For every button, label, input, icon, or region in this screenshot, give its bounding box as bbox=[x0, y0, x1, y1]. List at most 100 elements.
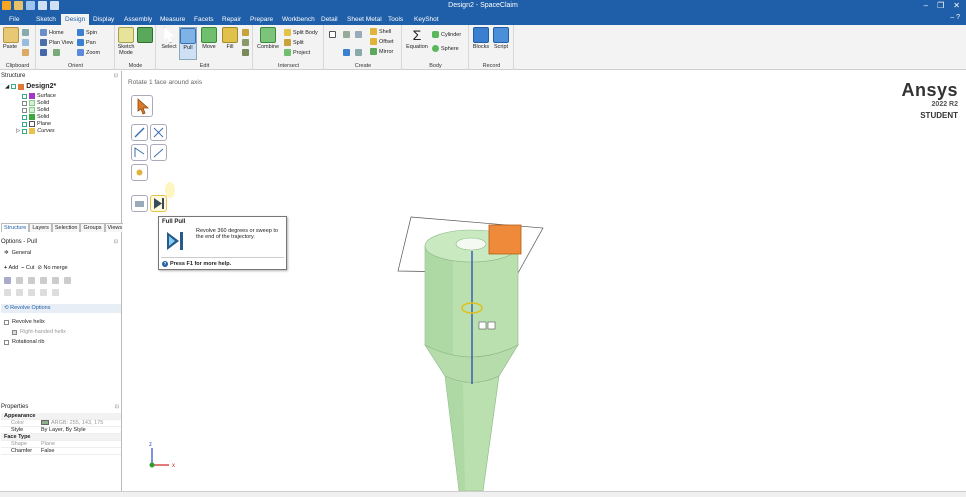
origin-button[interactable] bbox=[343, 49, 350, 56]
move-button[interactable]: Move bbox=[200, 27, 218, 50]
option-icon[interactable] bbox=[16, 289, 23, 296]
tab-selection[interactable]: Selection bbox=[51, 223, 81, 232]
tab-design[interactable]: Design bbox=[61, 14, 90, 25]
tab-structure[interactable]: Structure bbox=[1, 223, 30, 232]
offset-button[interactable]: Offset bbox=[370, 38, 394, 45]
draft-option-icon[interactable] bbox=[16, 277, 23, 284]
pin-icon[interactable]: ⊡ bbox=[114, 239, 118, 245]
option-icon[interactable] bbox=[40, 289, 47, 296]
3d-viewport[interactable]: Rotate 1 face around axis Ansys 2022 R2 … bbox=[123, 71, 966, 491]
zoom-button[interactable]: Zoom bbox=[77, 49, 100, 56]
cut-small-button[interactable] bbox=[22, 29, 29, 36]
no-merge-option[interactable]: ⊘ No merge bbox=[37, 265, 67, 271]
revolve-helix-checkbox[interactable] bbox=[4, 319, 9, 325]
visibility-checkbox[interactable] bbox=[22, 107, 27, 113]
visibility-checkbox[interactable] bbox=[22, 121, 27, 127]
tab-measure[interactable]: Measure bbox=[156, 14, 189, 25]
plan-view-button[interactable]: Plan View bbox=[40, 39, 73, 46]
option-icon[interactable] bbox=[28, 289, 35, 296]
blocks-button[interactable]: Blocks bbox=[472, 27, 490, 50]
display-options-button[interactable] bbox=[53, 49, 60, 56]
tree-item[interactable]: Surface bbox=[22, 93, 56, 99]
both-sides-icon[interactable] bbox=[40, 277, 47, 284]
add-option[interactable]: + Add bbox=[4, 265, 18, 271]
property-category[interactable]: Face Type bbox=[1, 434, 121, 441]
cylinder-button[interactable]: Cylinder bbox=[432, 31, 461, 38]
property-category[interactable]: Appearance bbox=[1, 413, 121, 420]
ruled-icon[interactable] bbox=[52, 277, 59, 284]
edit-tool-1[interactable] bbox=[242, 29, 249, 36]
pin-icon[interactable]: ⊡ bbox=[114, 73, 118, 79]
axis-button[interactable] bbox=[343, 31, 350, 38]
rotational-rib-checkbox[interactable] bbox=[4, 339, 9, 345]
cut-option[interactable]: – Cut bbox=[21, 265, 34, 271]
option-icon[interactable] bbox=[4, 289, 11, 296]
pattern-button[interactable] bbox=[355, 49, 362, 56]
shell-button[interactable]: Shell bbox=[370, 28, 391, 35]
property-row[interactable]: Chamfer False bbox=[1, 448, 121, 455]
right-handed-helix-checkbox[interactable] bbox=[12, 329, 17, 335]
sketch-mode-button[interactable]: Sketch Mode bbox=[117, 27, 135, 56]
tree-item[interactable]: Solid bbox=[22, 107, 49, 113]
right-handed-helix-option[interactable]: Right-handed helix bbox=[12, 329, 66, 335]
tree-item[interactable]: Solid bbox=[22, 100, 49, 106]
edit-tool-2[interactable] bbox=[242, 39, 249, 46]
split-button[interactable]: Split bbox=[284, 39, 304, 46]
revolve-option-icon[interactable] bbox=[4, 277, 11, 284]
pan-button[interactable]: Pan bbox=[77, 39, 96, 46]
tab-keyshot[interactable]: KeyShot bbox=[410, 14, 443, 25]
maximize-button[interactable]: ❐ bbox=[937, 1, 944, 10]
expand-icon[interactable]: ◢ bbox=[5, 84, 9, 90]
tab-facets[interactable]: Facets bbox=[190, 14, 218, 25]
tab-detail[interactable]: Detail bbox=[317, 14, 342, 25]
sphere-button[interactable]: Sphere bbox=[432, 45, 459, 52]
sweep-option-icon[interactable] bbox=[28, 277, 35, 284]
spin-button[interactable]: Spin bbox=[77, 29, 97, 36]
measure-icon[interactable] bbox=[64, 277, 71, 284]
plane-button[interactable] bbox=[329, 31, 336, 38]
pin-icon[interactable]: ⊡ bbox=[115, 404, 119, 410]
property-row[interactable]: Style By Layer, By Style bbox=[1, 427, 121, 434]
format-painter-button[interactable] bbox=[22, 49, 29, 56]
expand-icon[interactable]: ▷ bbox=[16, 128, 20, 134]
tab-file[interactable]: File bbox=[5, 14, 23, 25]
tab-tools[interactable]: Tools bbox=[384, 14, 407, 25]
select-button[interactable]: Select bbox=[160, 27, 178, 50]
option-icon[interactable] bbox=[52, 289, 59, 296]
pull-button[interactable]: Pull bbox=[179, 27, 197, 60]
revolve-helix-option[interactable]: Revolve helix bbox=[4, 319, 45, 325]
tree-item[interactable]: ▷ Curves bbox=[16, 128, 55, 134]
property-row[interactable]: Shape Plane bbox=[1, 441, 121, 448]
tree-root[interactable]: ◢ Design2* bbox=[5, 83, 56, 90]
tab-repair[interactable]: Repair bbox=[218, 14, 245, 25]
revolve-options-section[interactable]: ⟲ Revolve Options bbox=[1, 304, 121, 313]
tab-assembly[interactable]: Assembly bbox=[120, 14, 156, 25]
visibility-checkbox[interactable] bbox=[22, 114, 27, 120]
project-button[interactable]: Project bbox=[284, 49, 310, 56]
property-row[interactable]: Color ARGB: 255, 143, 175 bbox=[1, 420, 121, 427]
paste-button[interactable]: Paste bbox=[3, 27, 19, 50]
equation-button[interactable]: Σ Equation bbox=[405, 27, 429, 50]
tree-item[interactable]: Plane bbox=[22, 121, 51, 127]
visibility-checkbox[interactable] bbox=[11, 84, 17, 89]
visibility-checkbox[interactable] bbox=[22, 100, 27, 106]
tab-sketch[interactable]: Sketch bbox=[32, 14, 60, 25]
mirror-button[interactable]: Mirror bbox=[370, 48, 393, 55]
tree-item[interactable]: Solid bbox=[22, 114, 49, 120]
tab-sheet-metal[interactable]: Sheet Metal bbox=[343, 14, 386, 25]
combine-button[interactable]: Combine bbox=[257, 27, 279, 50]
rotational-rib-option[interactable]: Rotational rib bbox=[4, 339, 44, 345]
edit-tool-3[interactable] bbox=[242, 49, 249, 56]
home-button[interactable]: Home bbox=[40, 29, 64, 36]
fill-button[interactable]: Fill bbox=[221, 27, 239, 50]
tab-display[interactable]: Display bbox=[89, 14, 118, 25]
help-button[interactable]: – ? bbox=[950, 14, 960, 21]
view-cube-button[interactable] bbox=[40, 49, 47, 56]
tab-layers[interactable]: Layers bbox=[29, 223, 52, 232]
tab-workbench[interactable]: Workbench bbox=[278, 14, 319, 25]
general-section[interactable]: ✲ General bbox=[4, 250, 31, 256]
solid-mode-button[interactable] bbox=[137, 27, 153, 44]
copy-small-button[interactable] bbox=[22, 39, 29, 46]
visibility-checkbox[interactable] bbox=[22, 128, 28, 134]
point-button[interactable] bbox=[355, 31, 362, 38]
